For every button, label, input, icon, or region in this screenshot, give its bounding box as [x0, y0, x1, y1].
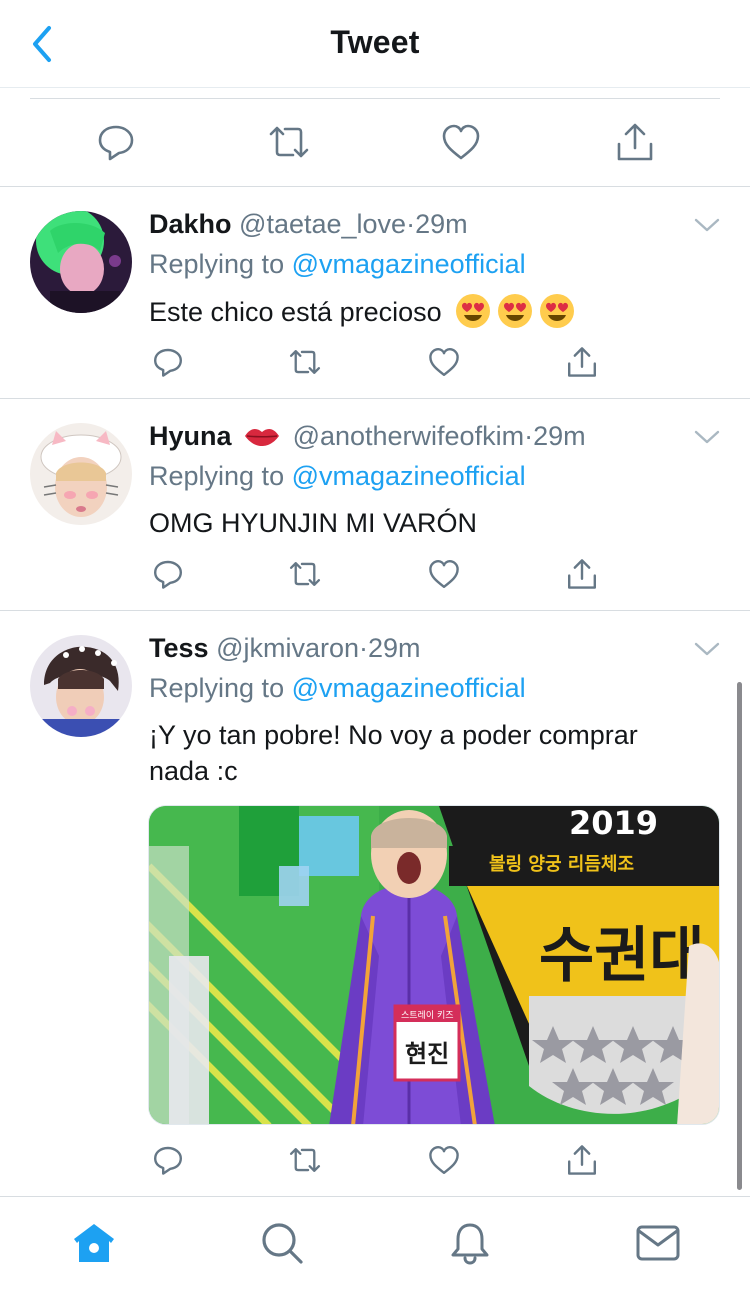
- timestamp: 29m: [368, 633, 421, 663]
- chevron-down-icon[interactable]: [692, 639, 722, 659]
- replying-to: Replying to @vmagazineofficial: [149, 461, 526, 492]
- replying-to: Replying to @vmagazineofficial: [149, 673, 526, 704]
- mention-link[interactable]: @vmagazineofficial: [292, 461, 526, 491]
- tab-notifications[interactable]: [446, 1219, 494, 1267]
- avatar[interactable]: [30, 423, 132, 525]
- display-name[interactable]: Hyuna: [149, 421, 232, 451]
- banner-title: 수권대: [539, 921, 705, 991]
- page-title: Tweet: [330, 24, 420, 60]
- like-button[interactable]: [427, 344, 461, 380]
- share-button[interactable]: [565, 1142, 599, 1178]
- user-handle[interactable]: @jkmivaron: [216, 633, 359, 663]
- banner-subtitle: 볼링 양궁 리듬체조: [489, 854, 634, 875]
- retweet-icon: [289, 350, 321, 374]
- share-button[interactable]: [565, 556, 599, 592]
- timestamp: 29m: [415, 209, 468, 239]
- tweet-actions: [0, 344, 750, 384]
- like-button[interactable]: [439, 118, 483, 166]
- divider: [30, 98, 720, 99]
- share-button[interactable]: [565, 344, 599, 380]
- nametag-group: 스트레이 키즈: [401, 1010, 454, 1021]
- display-name[interactable]: Tess: [149, 633, 209, 663]
- home-icon: [74, 1224, 114, 1262]
- banner-year: 2019: [569, 806, 658, 842]
- retweet-button[interactable]: [267, 118, 311, 166]
- tweet-text: OMG HYUNJIN MI VARÓN: [149, 508, 478, 538]
- reply-button[interactable]: [151, 344, 185, 380]
- tab-home[interactable]: [70, 1219, 118, 1267]
- replying-to-label: Replying to: [149, 249, 285, 279]
- reply-button[interactable]: [151, 556, 185, 592]
- tweet-text-line: ¡Y yo tan pobre! No voy a poder comprar: [149, 720, 638, 750]
- share-icon: [617, 123, 653, 161]
- tab-messages[interactable]: [634, 1219, 682, 1267]
- retweet-button[interactable]: [288, 1142, 322, 1178]
- messages-icon: [636, 1225, 680, 1261]
- timestamp: 29m: [533, 421, 586, 451]
- reply-icon: [154, 348, 182, 377]
- like-button[interactable]: [427, 556, 461, 592]
- reply-tweet[interactable]: Hyuna @anotherwifeofkim·29m Replying to …: [0, 399, 750, 610]
- search-icon: [262, 1223, 303, 1264]
- heart-eyes-emoji: [456, 294, 491, 328]
- user-handle[interactable]: @taetae_love: [239, 209, 406, 239]
- share-icon: [568, 347, 596, 377]
- like-icon: [442, 124, 480, 160]
- mention-link[interactable]: @vmagazineofficial: [292, 673, 526, 703]
- like-button[interactable]: [427, 1142, 461, 1178]
- separator-dot: ·: [524, 421, 534, 451]
- display-name[interactable]: Dakho: [149, 209, 232, 239]
- tab-bar: [0, 1196, 750, 1294]
- tweet-text: Este chico está precioso: [149, 293, 720, 330]
- notifications-icon: [451, 1223, 489, 1265]
- replying-to-label: Replying to: [149, 461, 285, 491]
- user-handle[interactable]: @anotherwifeofkim: [293, 421, 525, 451]
- tweet-media-image[interactable]: 2019 볼링 양궁 리듬체조 수권대 스트레이 키즈 현진: [148, 805, 720, 1125]
- like-icon: [429, 348, 459, 376]
- tweet-text: ¡Y yo tan pobre! No voy a poder comprar …: [149, 717, 720, 789]
- retweet-icon: [289, 1148, 321, 1172]
- reply-icon: [154, 560, 182, 589]
- chevron-down-icon[interactable]: [692, 427, 722, 447]
- nav-header: Tweet: [0, 0, 750, 88]
- replying-to: Replying to @vmagazineofficial: [149, 249, 526, 280]
- like-icon: [429, 560, 459, 588]
- mention-link[interactable]: @vmagazineofficial: [292, 249, 526, 279]
- retweet-icon: [269, 126, 309, 158]
- tweet-actions: [0, 556, 750, 596]
- share-button[interactable]: [613, 118, 657, 166]
- like-icon: [429, 1146, 459, 1174]
- reply-icon: [154, 1146, 182, 1175]
- separator-dot: ·: [359, 633, 368, 663]
- avatar[interactable]: [30, 211, 132, 313]
- scrollbar[interactable]: [737, 682, 742, 1190]
- main-tweet-actions: [0, 118, 750, 170]
- retweet-button[interactable]: [288, 344, 322, 380]
- reply-button[interactable]: [151, 1142, 185, 1178]
- tab-search[interactable]: [258, 1219, 306, 1267]
- share-icon: [568, 559, 596, 589]
- tweet-text-content: Este chico está precioso: [149, 297, 442, 327]
- avatar[interactable]: [30, 635, 132, 737]
- reply-tweet[interactable]: Dakho @taetae_love·29m Replying to @vmag…: [0, 187, 750, 398]
- tweet-actions: [0, 1142, 750, 1182]
- reply-icon: [98, 125, 134, 161]
- chevron-down-icon[interactable]: [692, 215, 722, 235]
- heart-eyes-emoji: [498, 294, 533, 328]
- retweet-icon: [289, 562, 321, 586]
- heart-eyes-emoji: [540, 294, 575, 328]
- replying-to-label: Replying to: [149, 673, 285, 703]
- retweet-button[interactable]: [288, 556, 322, 592]
- separator-dot: ·: [406, 209, 416, 239]
- lips-emoji: [245, 429, 280, 446]
- tweet-text-line: nada :c: [149, 756, 238, 786]
- reply-button[interactable]: [94, 118, 138, 166]
- share-icon: [568, 1145, 596, 1175]
- nametag: 현진: [405, 1040, 449, 1068]
